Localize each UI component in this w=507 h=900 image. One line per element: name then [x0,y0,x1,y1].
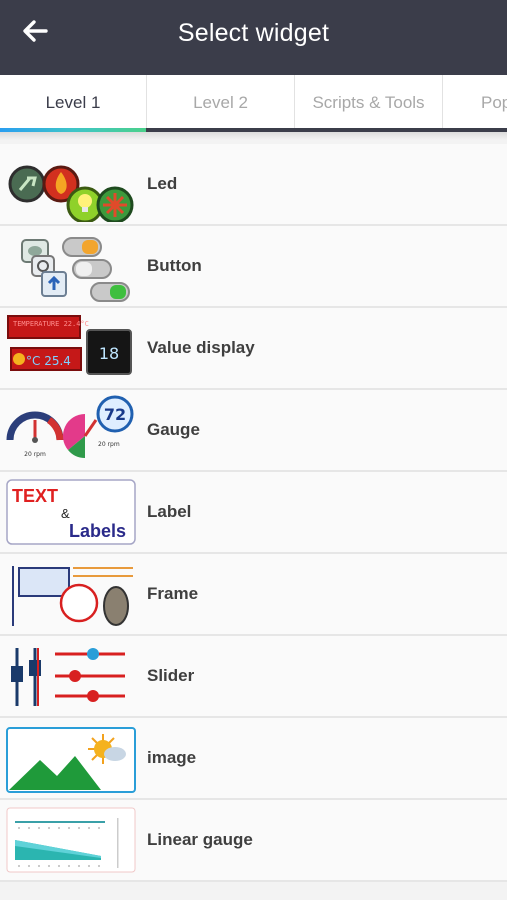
widget-label: Label [147,502,192,521]
label-icon: TEXT & Labels [6,479,136,545]
widget-label: Gauge [147,420,200,439]
gauge-rpm-text-2: 20 rpm [98,441,120,448]
tab-bar: Level 1 Level 2 Scripts & Tools Pop [0,75,507,132]
thumb-text-line2: Labels [69,521,126,541]
widget-label: Linear gauge [147,830,253,849]
widget-item-led[interactable]: Led [0,144,507,226]
widget-label: Slider [147,666,195,685]
lcd-bottom-text: °C 25.4 [26,354,71,368]
button-icon [21,237,130,302]
widget-item-frame[interactable]: Frame [0,554,507,636]
thumb-text-line1: TEXT [12,486,58,506]
gauge-icon: 20 rpm 20 rpm 72 [6,395,134,459]
widget-item-linear-gauge[interactable]: Linear gauge [0,800,507,882]
slider-icon [11,648,125,706]
value-display-icon: TEMPERATURE 22.4°C °C 25.4 18 [7,315,132,375]
page-title: Select widget [177,19,330,47]
widget-item-button[interactable]: Button [0,226,507,308]
tab-shadow [0,132,507,140]
lcd-top-text: TEMPERATURE 22.4°C [13,320,89,328]
widget-label: Button [147,256,202,275]
widget-label: image [147,748,197,767]
widget-item-label[interactable]: TEXT & Labels Label [0,472,507,554]
linear-gauge-icon [6,807,136,873]
led-icon [8,165,134,222]
gauge-rpm-text: 20 rpm [24,451,46,458]
tab-level-1[interactable]: Level 1 [0,75,147,128]
widget-item-gauge[interactable]: 20 rpm 20 rpm 72 Gauge [0,390,507,472]
dial-value: 72 [104,405,126,424]
widget-item-slider[interactable]: Slider [0,636,507,718]
thumb-text-amp: & [61,506,70,521]
widget-label: Led [147,174,178,193]
digital-readout: 18 [99,344,119,363]
widget-item-value-display[interactable]: TEMPERATURE 22.4°C °C 25.4 18 Value disp… [0,308,507,390]
widget-item-image[interactable]: image [0,718,507,800]
widget-label: Value display [147,338,255,357]
frame-icon [12,566,133,626]
tab-level-2[interactable]: Level 2 [147,75,295,128]
tab-pop[interactable]: Pop [443,75,507,128]
widget-label: Frame [147,584,199,603]
image-icon [6,727,136,793]
tab-scripts-tools[interactable]: Scripts & Tools [295,75,443,128]
app-bar: Select widget [0,0,507,75]
widget-list: Led Button TEMPERATURE 22.4°C °C 25.4 18… [0,144,507,882]
